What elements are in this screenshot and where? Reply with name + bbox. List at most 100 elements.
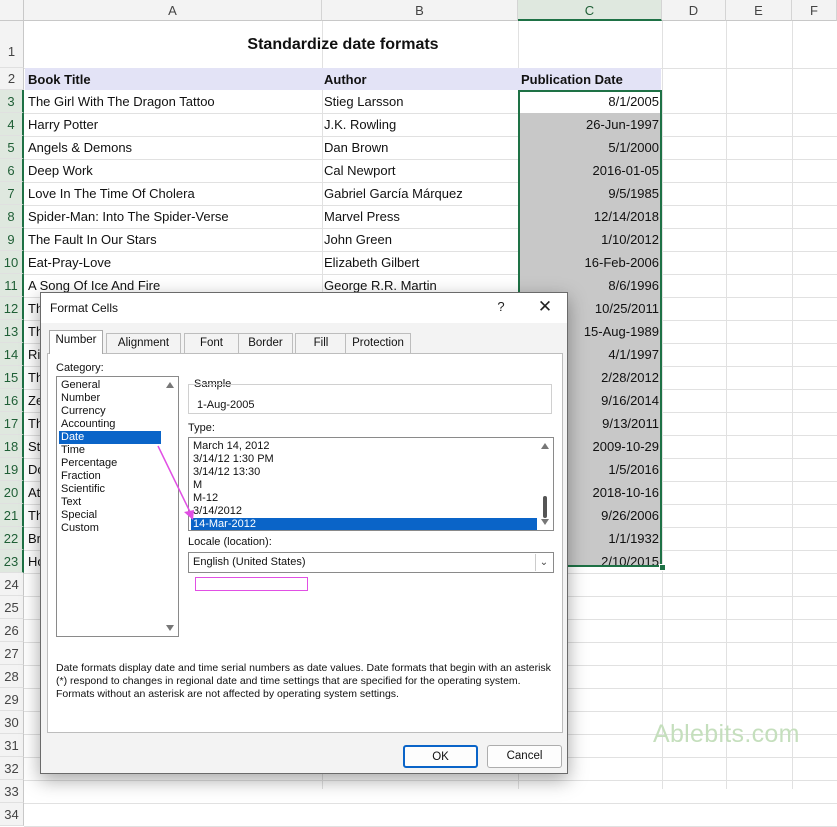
- cell-title[interactable]: Eat-Pray-Love: [25, 252, 320, 274]
- row-header[interactable]: 17: [0, 412, 24, 435]
- row-header[interactable]: 31: [0, 734, 24, 757]
- cell-author[interactable]: Gabriel García Márquez: [321, 183, 517, 205]
- cell-title[interactable]: Deep Work: [25, 160, 320, 182]
- row-header[interactable]: 28: [0, 665, 24, 688]
- row-header[interactable]: 18: [0, 435, 24, 458]
- category-item-accounting[interactable]: Accounting: [59, 418, 161, 431]
- row-header[interactable]: 23: [0, 550, 24, 573]
- tab-border[interactable]: Border: [238, 333, 293, 353]
- header-author[interactable]: Author: [321, 70, 517, 90]
- tab-number[interactable]: Number: [49, 330, 103, 354]
- cell-author[interactable]: Marvel Press: [321, 206, 517, 228]
- ok-button[interactable]: OK: [403, 745, 478, 768]
- type-scrollbar[interactable]: [537, 438, 553, 530]
- row-header[interactable]: 14: [0, 343, 24, 366]
- row-header[interactable]: 26: [0, 619, 24, 642]
- row-header[interactable]: 29: [0, 688, 24, 711]
- row-header[interactable]: 13: [0, 320, 24, 343]
- row-header[interactable]: 34: [0, 803, 24, 826]
- row-header[interactable]: 11: [0, 274, 24, 297]
- row-header[interactable]: 4: [0, 113, 24, 136]
- category-scrollbar[interactable]: [162, 377, 178, 636]
- column-header-c[interactable]: C: [518, 0, 662, 21]
- type-item[interactable]: 14-Mar-2012: [191, 518, 538, 530]
- category-item-percentage[interactable]: Percentage: [59, 457, 161, 470]
- cell-author[interactable]: Dan Brown: [321, 137, 517, 159]
- header-book-title[interactable]: Book Title: [25, 70, 320, 90]
- column-header-a[interactable]: A: [24, 0, 322, 21]
- close-icon[interactable]: ✕: [533, 297, 557, 317]
- type-item[interactable]: 3/14/12 13:30: [191, 466, 538, 479]
- cell-title[interactable]: Spider-Man: Into The Spider-Verse: [25, 206, 320, 228]
- help-icon[interactable]: ?: [491, 297, 511, 317]
- cell-author[interactable]: Cal Newport: [321, 160, 517, 182]
- column-header-b[interactable]: B: [322, 0, 518, 21]
- tab-alignment[interactable]: Alignment: [106, 333, 181, 353]
- scroll-down-icon[interactable]: [166, 625, 174, 631]
- category-item-special[interactable]: Special: [59, 509, 161, 522]
- cell-title[interactable]: The Girl With The Dragon Tattoo: [25, 91, 320, 113]
- row-header[interactable]: 3: [0, 90, 24, 113]
- scroll-up-icon[interactable]: [166, 382, 174, 388]
- row-header[interactable]: 30: [0, 711, 24, 734]
- type-item[interactable]: 3/14/12 1:30 PM: [191, 453, 538, 466]
- row-header[interactable]: 27: [0, 642, 24, 665]
- category-item-text[interactable]: Text: [59, 496, 161, 509]
- category-item-time[interactable]: Time: [59, 444, 161, 457]
- header-publication-date[interactable]: Publication Date: [518, 70, 661, 90]
- dialog-titlebar[interactable]: Format Cells ? ✕: [41, 293, 567, 323]
- cell-title[interactable]: Love In The Time Of Cholera: [25, 183, 320, 205]
- cell-author[interactable]: Elizabeth Gilbert: [321, 252, 517, 274]
- category-item-general[interactable]: General: [59, 379, 161, 392]
- category-item-number[interactable]: Number: [59, 392, 161, 405]
- row-header[interactable]: 5: [0, 136, 24, 159]
- row-header[interactable]: 21: [0, 504, 24, 527]
- row-header[interactable]: 15: [0, 366, 24, 389]
- column-header-f[interactable]: F: [792, 0, 837, 21]
- row-header[interactable]: 33: [0, 780, 24, 803]
- tab-font[interactable]: Font: [184, 333, 239, 353]
- tab-protection[interactable]: Protection: [345, 333, 411, 353]
- locale-select[interactable]: English (United States) ⌄: [188, 552, 554, 573]
- chevron-down-icon[interactable]: ⌄: [535, 554, 552, 571]
- row-header[interactable]: 1: [0, 21, 24, 68]
- cell-author[interactable]: J.K. Rowling: [321, 114, 517, 136]
- type-item[interactable]: M-12: [191, 492, 538, 505]
- cell-title[interactable]: Angels & Demons: [25, 137, 320, 159]
- category-list[interactable]: General Number Currency Accounting Date Time P…: [56, 376, 179, 637]
- category-item-custom[interactable]: Custom: [59, 522, 161, 535]
- fill-handle[interactable]: [659, 564, 666, 571]
- row-header[interactable]: 22: [0, 527, 24, 550]
- row-header[interactable]: 19: [0, 458, 24, 481]
- row-header[interactable]: 25: [0, 596, 24, 619]
- cell-title[interactable]: Harry Potter: [25, 114, 320, 136]
- row-header[interactable]: 20: [0, 481, 24, 504]
- type-item[interactable]: M: [191, 479, 538, 492]
- type-item[interactable]: March 14, 2012: [191, 440, 538, 453]
- row-header[interactable]: 16: [0, 389, 24, 412]
- row-header[interactable]: 2: [0, 68, 24, 90]
- column-header-e[interactable]: E: [726, 0, 792, 21]
- category-item-scientific[interactable]: Scientific: [59, 483, 161, 496]
- scroll-thumb[interactable]: [543, 496, 547, 518]
- cancel-button[interactable]: Cancel: [487, 745, 562, 768]
- cell-author[interactable]: John Green: [321, 229, 517, 251]
- cell-title[interactable]: The Fault In Our Stars: [25, 229, 320, 251]
- type-item[interactable]: 3/14/2012: [191, 505, 538, 518]
- column-header-d[interactable]: D: [662, 0, 726, 21]
- scroll-down-icon[interactable]: [541, 519, 549, 525]
- row-header[interactable]: 32: [0, 757, 24, 780]
- category-item-fraction[interactable]: Fraction: [59, 470, 161, 483]
- row-header[interactable]: 7: [0, 182, 24, 205]
- cell-author[interactable]: Stieg Larsson: [321, 91, 517, 113]
- tab-fill[interactable]: Fill: [295, 333, 347, 353]
- category-item-currency[interactable]: Currency: [59, 405, 161, 418]
- row-header[interactable]: 6: [0, 159, 24, 182]
- scroll-up-icon[interactable]: [541, 443, 549, 449]
- type-list[interactable]: March 14, 2012 3/14/12 1:30 PM 3/14/12 13:…: [188, 437, 554, 531]
- row-header[interactable]: 9: [0, 228, 24, 251]
- row-header[interactable]: 24: [0, 573, 24, 596]
- row-header[interactable]: 10: [0, 251, 24, 274]
- row-header[interactable]: 12: [0, 297, 24, 320]
- select-all-corner[interactable]: [0, 0, 24, 21]
